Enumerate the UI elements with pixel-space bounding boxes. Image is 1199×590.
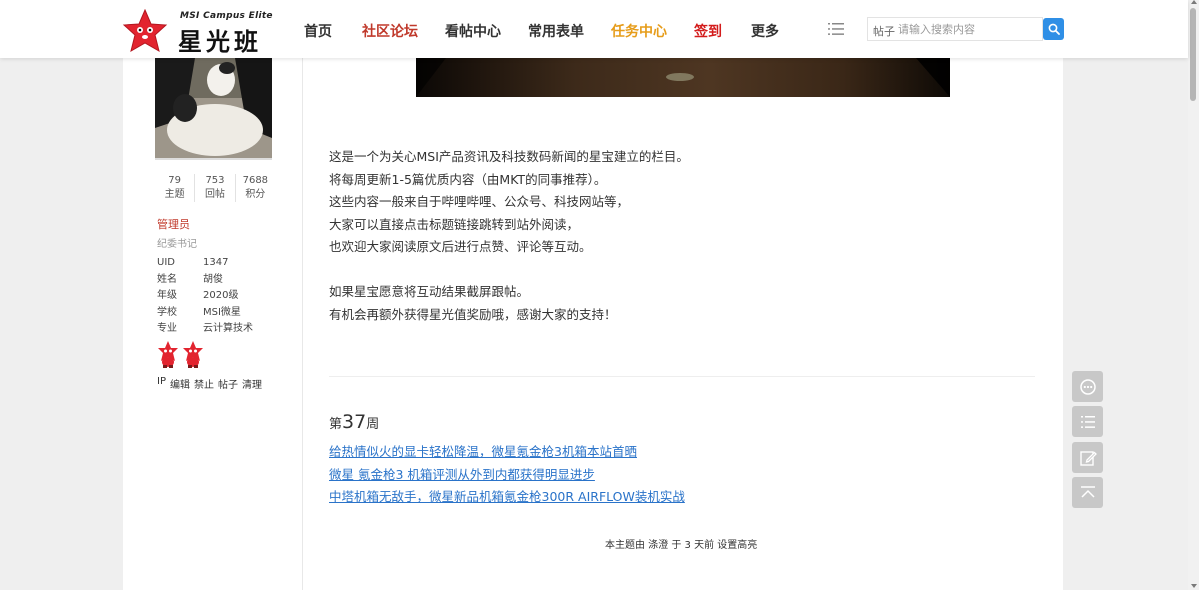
stat-threads-label: 主题 xyxy=(164,189,185,200)
author-sidebar: 79 主题 753 回帖 7688 积分 管理员 纪委书记 UID 1347 姓… xyxy=(123,58,303,590)
post-image[interactable] xyxy=(416,58,950,97)
profile-row-major: 专业 云计算技术 xyxy=(157,321,253,338)
search-input[interactable] xyxy=(898,20,1038,38)
logo-title: 星光班 xyxy=(178,28,262,56)
profile-key: 学校 xyxy=(157,306,177,318)
avatar-photo-icon xyxy=(155,58,272,158)
mascot-medal-icon[interactable] xyxy=(157,340,179,368)
profile-row-uid: UID 1347 xyxy=(157,255,253,272)
search-box: 帖子 xyxy=(867,17,1043,41)
stat-replies-num: 753 xyxy=(205,175,225,186)
stat-threads-num: 79 xyxy=(168,175,182,186)
user-medals xyxy=(157,340,207,368)
star-mascot-icon xyxy=(122,9,168,53)
profile-row-school: 学校 MSI微星 xyxy=(157,305,253,322)
nav-forum[interactable]: 社区论坛 xyxy=(362,21,418,41)
search-type-selector[interactable]: 帖子 xyxy=(873,23,895,39)
post-paragraph: 这是一个为关心MSI产品资讯及科技数码新闻的星宝建立的栏目。 xyxy=(329,149,689,164)
back-to-top-icon xyxy=(1080,485,1095,498)
scroll-up-arrow-icon[interactable] xyxy=(1191,0,1197,4)
stat-points[interactable]: 7688 积分 xyxy=(236,174,275,202)
list-icon xyxy=(1080,415,1095,428)
week-number: 37 xyxy=(342,411,367,433)
mascot-medal-icon[interactable] xyxy=(182,340,204,368)
list-menu-icon[interactable] xyxy=(828,21,844,37)
admin-ban-link[interactable]: 禁止 xyxy=(194,376,214,391)
content-divider xyxy=(329,376,1035,377)
post-paragraph: 如果星宝愿意将互动结果截屏跟帖。 xyxy=(329,284,530,299)
post-photo-icon xyxy=(416,58,950,97)
post-body: 这是一个为关心MSI产品资讯及科技数码新闻的星宝建立的栏目。 将每周更新1-5篇… xyxy=(329,146,689,326)
profile-value: 2020级 xyxy=(203,290,239,301)
stat-points-label: 积分 xyxy=(245,189,266,200)
nav-checkin[interactable]: 签到 xyxy=(694,21,722,41)
user-profile: UID 1347 姓名 胡俊 年级 2020级 学校 MSI微星 专业 云计算技… xyxy=(157,255,253,338)
scroll-down-arrow-icon[interactable] xyxy=(1191,584,1197,588)
nav-task-center[interactable]: 任务中心 xyxy=(611,21,667,41)
admin-posts-link[interactable]: 帖子 xyxy=(218,376,238,391)
profile-value[interactable]: 1347 xyxy=(203,255,228,272)
float-list-button[interactable] xyxy=(1072,406,1103,437)
profile-value: MSI微星 xyxy=(203,306,241,318)
week-suffix: 周 xyxy=(366,417,380,432)
highlight-note: 本主题由 涤澄 于 3 天前 设置高亮 xyxy=(605,540,758,551)
stat-replies[interactable]: 753 回帖 xyxy=(195,174,236,202)
logo-subtitle: MSI Campus Elite xyxy=(180,11,273,21)
scrollbar-thumb[interactable] xyxy=(1190,8,1196,101)
edit-pencil-icon xyxy=(1079,450,1097,466)
search-icon xyxy=(1048,23,1060,35)
nav-home[interactable]: 首页 xyxy=(304,21,332,41)
profile-key: 年级 xyxy=(157,290,177,301)
float-edit-button[interactable] xyxy=(1072,442,1103,473)
week-prefix: 第 xyxy=(329,417,343,432)
back-to-top-button[interactable] xyxy=(1072,477,1103,508)
admin-links: IP 编辑 禁止 帖子 清理 xyxy=(157,376,266,391)
nav-forms[interactable]: 常用表单 xyxy=(528,21,584,41)
article-link[interactable]: 给热情似火的显卡轻松降温，微星氪金枪3机箱本站首晒 xyxy=(329,441,685,464)
post-main: 这是一个为关心MSI产品资讯及科技数码新闻的星宝建立的栏目。 将每周更新1-5篇… xyxy=(303,58,1063,590)
article-link[interactable]: 中塔机箱无敌手，微星新品机箱氪金枪300R AIRFLOW装机实战 xyxy=(329,486,685,509)
nav-posts-center[interactable]: 看帖中心 xyxy=(445,21,501,41)
float-reply-button[interactable] xyxy=(1072,371,1103,402)
post-paragraph: 大家可以直接点击标题链接跳转到站外阅读， xyxy=(329,216,580,232)
search-button[interactable] xyxy=(1043,18,1064,40)
profile-key: 专业 xyxy=(157,323,177,334)
stat-points-num: 7688 xyxy=(242,175,269,186)
post-paragraph-gap xyxy=(329,259,689,282)
user-avatar[interactable] xyxy=(155,58,272,160)
admin-ip-link[interactable]: IP xyxy=(157,376,166,391)
top-header: MSI Campus Elite 星光班 首页 社区论坛 看帖中心 常用表单 任… xyxy=(0,0,1188,58)
content-container: 79 主题 753 回帖 7688 积分 管理员 纪委书记 UID 1347 姓… xyxy=(123,58,1063,590)
profile-row-name: 姓名 胡俊 xyxy=(157,272,253,289)
post-paragraph: 这些内容一般来自于哔哩哔哩、公众号、科技网站等， xyxy=(329,194,630,209)
article-link[interactable]: 微星 氪金枪3 机箱评测从外到内都获得明显进步 xyxy=(329,464,685,487)
admin-edit-link[interactable]: 编辑 xyxy=(170,376,190,391)
admin-clean-link[interactable]: 清理 xyxy=(242,376,262,391)
page-scrollbar[interactable] xyxy=(1188,0,1199,590)
stat-replies-label: 回帖 xyxy=(204,189,225,200)
post-paragraph: 将每周更新1-5篇优质内容（由MKT的同事推荐）。 xyxy=(329,171,607,187)
site-logo[interactable]: MSI Campus Elite 星光班 xyxy=(122,9,282,56)
profile-key: UID xyxy=(157,257,175,268)
profile-value: 胡俊 xyxy=(203,273,223,285)
profile-key: 姓名 xyxy=(157,273,177,285)
post-paragraph: 有机会再额外获得星光值奖励哦，感谢大家的支持！ xyxy=(329,306,617,322)
article-links: 给热情似火的显卡轻松降温，微星氪金枪3机箱本站首晒 微星 氪金枪3 机箱评测从外… xyxy=(329,441,685,509)
profile-value: 云计算技术 xyxy=(203,323,253,334)
user-title: 纪委书记 xyxy=(157,239,197,250)
post-paragraph: 也欢迎大家阅读原文后进行点赞、评论等互动。 xyxy=(329,239,592,254)
stat-threads[interactable]: 79 主题 xyxy=(155,174,196,202)
profile-row-grade: 年级 2020级 xyxy=(157,288,253,305)
user-role[interactable]: 管理员 xyxy=(157,216,190,232)
week-heading: 第37周 xyxy=(329,411,379,433)
nav-more[interactable]: 更多 xyxy=(751,21,779,41)
user-stats: 79 主题 753 回帖 7688 积分 xyxy=(155,174,275,202)
chat-bubble-icon xyxy=(1079,378,1096,395)
